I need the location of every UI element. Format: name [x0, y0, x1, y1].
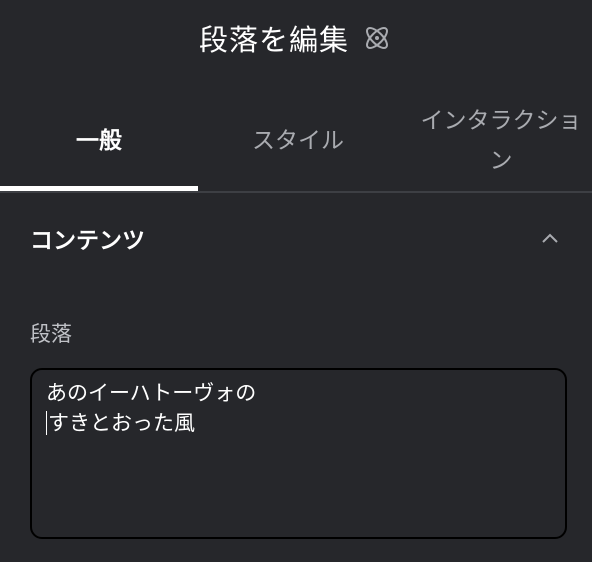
tab-general-label: 一般 — [76, 127, 122, 154]
chevron-up-icon[interactable] — [538, 226, 562, 250]
tab-general[interactable]: 一般 — [0, 90, 198, 191]
tab-style[interactable]: スタイル — [198, 90, 398, 191]
atom-icon[interactable] — [361, 22, 393, 54]
panel-title: 段落を編集 — [198, 23, 349, 57]
paragraph-textarea[interactable]: あのイーハトーヴォの すきとおった風 — [30, 368, 567, 539]
tab-style-label: スタイル — [252, 127, 344, 154]
tab-interaction[interactable]: インタラクション — [410, 90, 592, 191]
tab-bar: 一般 スタイル インタラクション — [0, 90, 592, 193]
text-caret — [46, 411, 47, 435]
active-tab-indicator — [0, 186, 198, 191]
content-section-header[interactable]: コンテンツ — [0, 195, 592, 281]
paragraph-line-1: あのイーハトーヴォの — [46, 381, 257, 405]
tab-interaction-label: インタラクション — [420, 107, 582, 174]
paragraph-field-label: 段落 — [30, 322, 72, 346]
paragraph-text[interactable]: あのイーハトーヴォの すきとおった風 — [46, 378, 551, 438]
panel-header: 段落を編集 — [0, 0, 592, 76]
section-title: コンテンツ — [30, 228, 145, 254]
paragraph-line-2: すきとおった風 — [48, 411, 195, 435]
